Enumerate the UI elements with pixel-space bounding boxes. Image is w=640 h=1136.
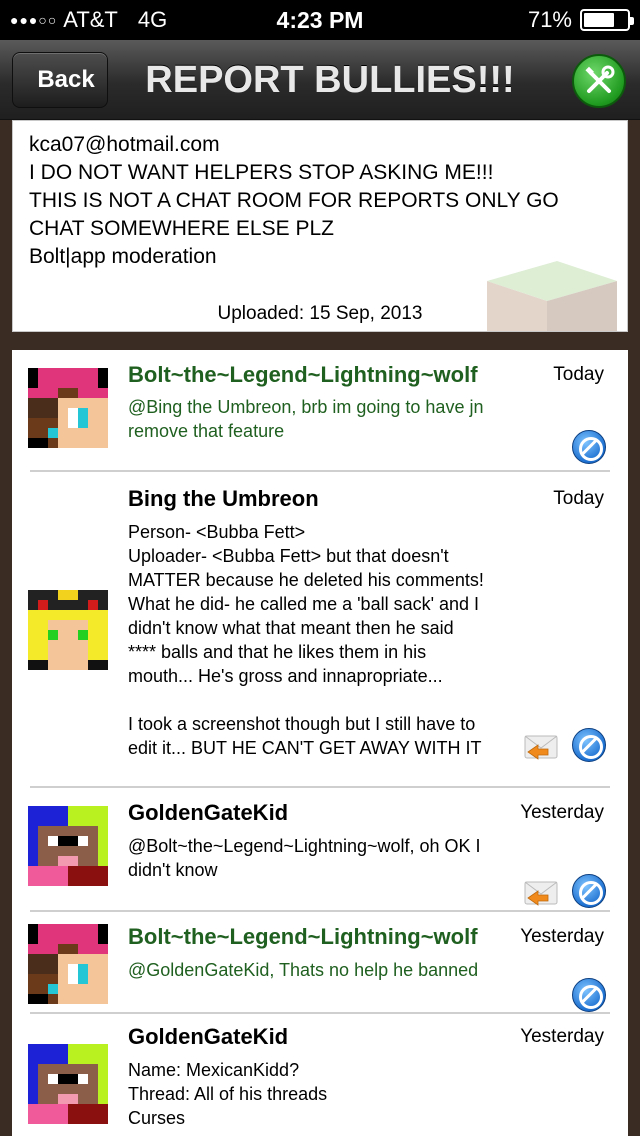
block-button[interactable]: [572, 874, 606, 908]
comment-time: Today: [553, 488, 604, 509]
block-icon: [572, 728, 606, 762]
comment-item: Bing the Umbreon Today Person- <Bubba Fe…: [12, 472, 628, 788]
comment-body: Name: MexicanKidd? Thread: All of his th…: [128, 1060, 328, 1128]
tools-icon: [585, 65, 615, 93]
reply-icon: [524, 881, 558, 906]
battery-fill: [584, 13, 614, 27]
comment-body: Person- <Bubba Fett> Uploader- <Bubba Fe…: [128, 522, 484, 758]
back-button-wrap: Back: [0, 40, 120, 120]
avatar: [28, 806, 108, 886]
avatar: [28, 924, 108, 1004]
comment-time: Yesterday: [520, 1026, 604, 1047]
battery-icon: [580, 9, 634, 31]
thread-description-card: kca07@hotmail.com I DO NOT WANT HELPERS …: [12, 120, 628, 332]
status-left: ●●●○○ AT&T 4G: [10, 7, 167, 33]
comment-item: GoldenGateKid Yesterday @Bolt~the~Legend…: [12, 788, 628, 912]
network-label: 4G: [137, 7, 168, 32]
uploaded-date: Uploaded: 15 Sep, 2013: [217, 303, 423, 324]
signal-strength-icon: ●●●○○: [10, 12, 58, 28]
block-button[interactable]: [572, 728, 606, 762]
comment-item: Bolt~the~Legend~Lightning~wolf Yesterday…: [12, 912, 628, 1014]
thread-content[interactable]: kca07@hotmail.com I DO NOT WANT HELPERS …: [0, 120, 640, 1136]
block-button[interactable]: [572, 978, 606, 1012]
reply-button[interactable]: [524, 876, 558, 910]
description-line: I DO NOT WANT HELPERS STOP ASKING ME!!!: [29, 161, 494, 184]
comment-time: Today: [553, 364, 604, 385]
nav-bar: Back REPORT BULLIES!!!: [0, 40, 640, 120]
comment-author[interactable]: Bolt~the~Legend~Lightning~wolf: [128, 362, 478, 388]
avatar: [28, 590, 108, 670]
comment-item: Bolt~the~Legend~Lightning~wolf Today @Bi…: [12, 350, 628, 472]
back-button[interactable]: Back: [12, 52, 108, 108]
page-title: REPORT BULLIES!!!: [145, 58, 515, 101]
block-icon: [572, 430, 606, 464]
reply-button[interactable]: [524, 730, 558, 764]
reply-icon: [524, 735, 558, 760]
comment-author[interactable]: Bolt~the~Legend~Lightning~wolf: [128, 924, 478, 950]
comment-author[interactable]: GoldenGateKid: [128, 800, 288, 826]
comment-body: @GoldenGateKid, Thats no help he banned: [128, 960, 479, 980]
status-bar: ●●●○○ AT&T 4G 4:23 PM 71%: [0, 0, 640, 40]
status-right: 71%: [527, 7, 634, 33]
block-icon: [572, 978, 606, 1012]
block-icon: [572, 874, 606, 908]
description-line: CHAT SOMEWHERE ELSE PLZ: [29, 217, 334, 240]
tools-button[interactable]: [572, 54, 626, 108]
comment-body: @Bing the Umbreon, brb im going to have …: [128, 397, 484, 441]
comment-time: Yesterday: [520, 802, 604, 823]
comment-time: Yesterday: [520, 926, 604, 947]
description-line: kca07@hotmail.com: [29, 133, 220, 156]
battery-percent: 71%: [527, 7, 572, 32]
thread-description: kca07@hotmail.com I DO NOT WANT HELPERS …: [29, 131, 609, 271]
description-line: THIS IS NOT A CHAT ROOM FOR REPORTS ONLY…: [29, 189, 559, 212]
comment-item: GoldenGateKid Yesterday Name: MexicanKid…: [12, 1014, 628, 1136]
comment-author[interactable]: Bing the Umbreon: [128, 486, 319, 512]
avatar: [28, 1044, 108, 1124]
comment-list: Bolt~the~Legend~Lightning~wolf Today @Bi…: [12, 350, 628, 1136]
comment-author[interactable]: GoldenGateKid: [128, 1024, 288, 1050]
carrier-label: AT&T: [63, 7, 118, 32]
comment-body: @Bolt~the~Legend~Lightning~wolf, oh OK I…: [128, 836, 481, 880]
block-button[interactable]: [572, 430, 606, 464]
avatar: [28, 368, 108, 448]
